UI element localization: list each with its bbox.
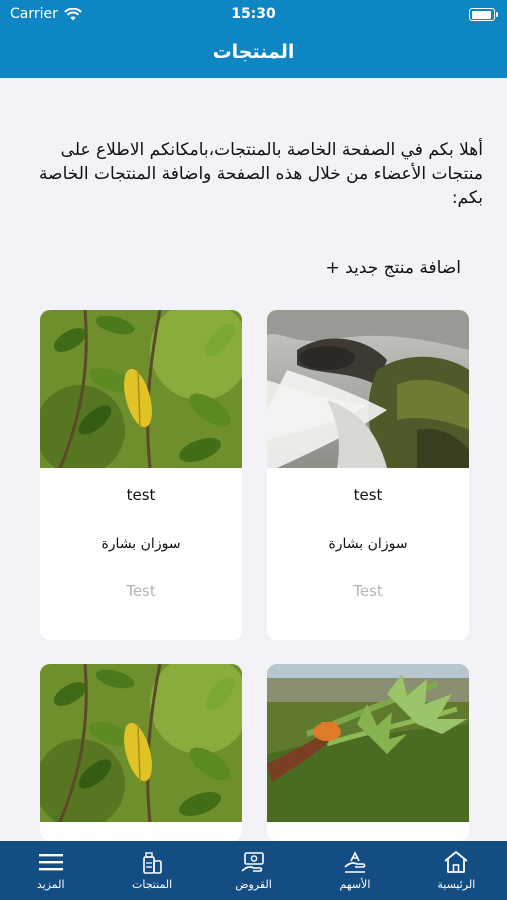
leaves-photo	[40, 664, 242, 822]
tab-more[interactable]: المزيد	[0, 841, 101, 900]
product-title: test	[353, 486, 383, 504]
intro-text: أهلا بكم في الصفحة الخاصة بالمنتجات،بامك…	[39, 140, 483, 208]
tab-label: القروض	[235, 878, 272, 891]
tab-label: المنتجات	[132, 878, 173, 891]
leaves-photo	[40, 310, 242, 468]
battery-icon	[469, 8, 498, 21]
product-card[interactable]	[40, 664, 242, 841]
product-description: Test	[353, 582, 383, 600]
product-title: test	[126, 486, 156, 504]
home-icon	[444, 851, 468, 873]
product-card[interactable]	[267, 664, 469, 841]
tab-products[interactable]: المنتجات	[101, 841, 202, 900]
loans-icon	[240, 852, 264, 872]
product-owner: سوزان بشارة	[101, 536, 181, 552]
status-bar: Carrier 15:30	[0, 0, 507, 28]
product-card[interactable]: test سوزان بشارة Test	[40, 310, 242, 640]
waterfall-photo	[267, 310, 469, 468]
tab-bar: المزيد المنتجات القروض الأسهم الرئيسية	[0, 841, 507, 900]
nav-bar: المنتجات	[0, 28, 507, 78]
tab-label: المزيد	[36, 878, 65, 891]
thistle-photo	[267, 664, 469, 822]
page-title: المنتجات	[212, 41, 295, 63]
tab-label: الأسهم	[339, 878, 371, 891]
add-product-button[interactable]: اضافة منتج جديد +	[326, 258, 461, 278]
tab-label: الرئيسية	[437, 878, 476, 891]
shares-icon	[344, 851, 366, 873]
menu-icon	[38, 854, 63, 871]
products-icon	[143, 852, 162, 874]
product-description: Test	[126, 582, 156, 600]
product-owner: سوزان بشارة	[328, 536, 408, 552]
tab-shares[interactable]: الأسهم	[304, 841, 405, 900]
tab-home[interactable]: الرئيسية	[406, 841, 507, 900]
tab-loans[interactable]: القروض	[203, 841, 304, 900]
clock: 15:30	[231, 6, 276, 22]
product-card[interactable]: test سوزان بشارة Test	[267, 310, 469, 640]
